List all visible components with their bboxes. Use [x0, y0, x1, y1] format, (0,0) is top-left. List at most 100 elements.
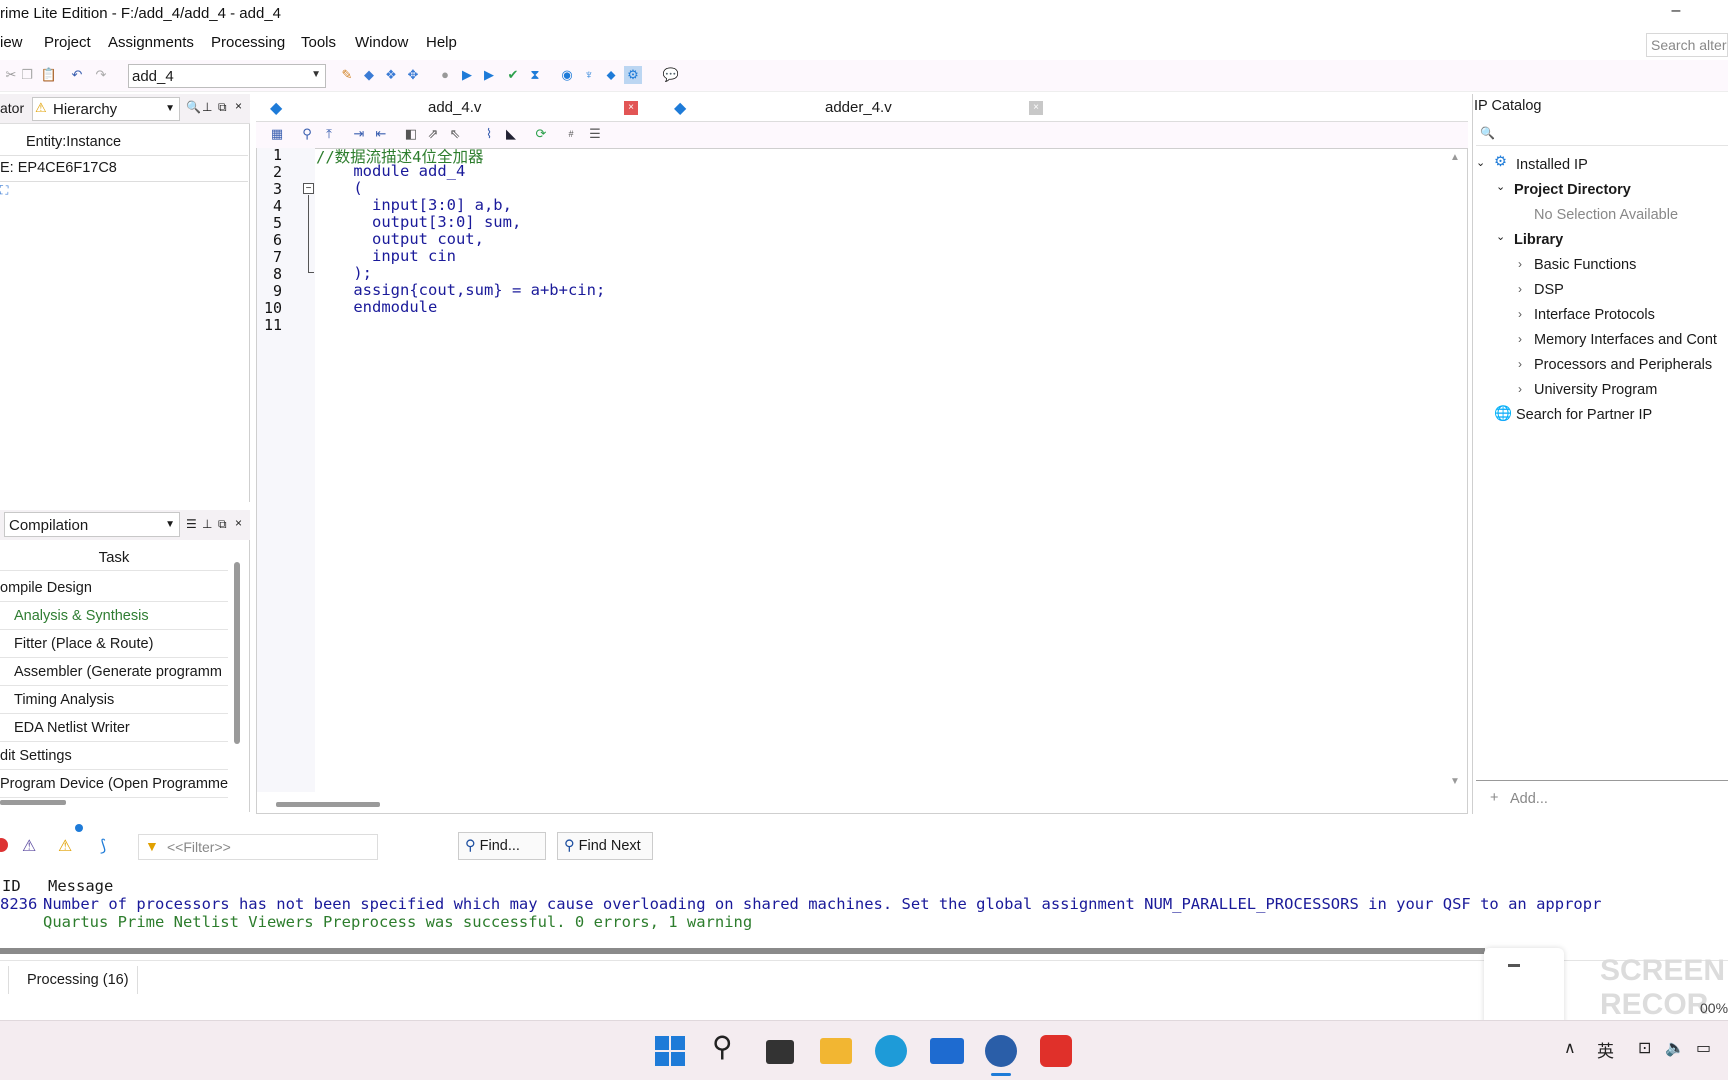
task-view-icon[interactable]	[766, 1040, 794, 1064]
info-filter-icon[interactable]: ⟆	[100, 836, 106, 856]
chevron-right-icon[interactable]: ›	[1518, 282, 1522, 296]
float-icon[interactable]: ⧉	[218, 100, 227, 115]
assignment-editor-icon[interactable]: ◆	[360, 66, 378, 84]
add-ip-button[interactable]: Add...	[1510, 791, 1548, 807]
ip-basic-functions[interactable]: Basic Functions	[1534, 257, 1636, 273]
chip-planner-icon[interactable]: ✥	[404, 66, 422, 84]
stop-icon[interactable]: ●	[436, 66, 454, 84]
pin-planner-icon[interactable]: ✎	[338, 66, 356, 84]
plus-icon[interactable]: +	[1490, 790, 1498, 806]
ip-memory-interfaces[interactable]: Memory Interfaces and Cont	[1534, 332, 1717, 348]
ip-search-input[interactable]: 🔍	[1476, 124, 1728, 146]
recorder-widget[interactable]	[1484, 948, 1564, 1028]
prev-bookmark-icon[interactable]: ⇖	[446, 125, 464, 143]
chevron-down-icon[interactable]: ⌄	[1496, 230, 1505, 243]
editor-hscrollbar[interactable]	[276, 802, 380, 807]
paste-icon[interactable]: 📋	[40, 66, 58, 84]
tasks-hscrollbar[interactable]	[0, 800, 66, 805]
network-icon[interactable]: ⊡	[1638, 1038, 1651, 1058]
task-edit-settings[interactable]: dit Settings	[0, 743, 228, 770]
scroll-down-icon[interactable]: ▼	[1450, 776, 1460, 787]
mail-icon[interactable]	[930, 1038, 964, 1064]
netlist-icon[interactable]: ♆	[580, 66, 598, 84]
menu-project[interactable]: Project	[44, 34, 91, 51]
chevron-down-icon[interactable]: ⌄	[1496, 180, 1505, 193]
indent-icon[interactable]: ⇥	[350, 125, 368, 143]
menu-view[interactable]: iew	[0, 34, 23, 51]
battery-icon[interactable]: ▭	[1696, 1038, 1711, 1058]
chevron-right-icon[interactable]: ›	[1518, 307, 1522, 321]
line-numbers-icon[interactable]: #	[562, 125, 580, 143]
collapse-icon[interactable]: −	[303, 183, 314, 194]
minimize-button[interactable]: –	[1664, 2, 1688, 24]
quartus-icon[interactable]	[985, 1035, 1017, 1067]
chevron-right-icon[interactable]: ›	[1518, 357, 1522, 371]
menu-icon[interactable]: ☰	[186, 517, 197, 531]
critical-warning-icon[interactable]: ⚠	[22, 836, 36, 856]
tasks-scrollbar[interactable]	[234, 562, 240, 744]
unindent-icon[interactable]: ⇤	[372, 125, 390, 143]
redo-icon[interactable]: ↷	[92, 66, 110, 84]
find-next-button[interactable]: ⚲ Find Next	[557, 832, 653, 860]
ip-university-program[interactable]: University Program	[1534, 382, 1657, 398]
processing-tab[interactable]: Processing (16)	[8, 966, 138, 994]
task-timing-analysis[interactable]: Timing Analysis	[0, 687, 228, 714]
close-icon[interactable]: ×	[235, 99, 242, 113]
top-level-entity-select[interactable]: add_4 ▼	[128, 64, 326, 88]
chevron-right-icon[interactable]: ›	[1518, 382, 1522, 396]
word-wrap-icon[interactable]: ☰	[586, 125, 604, 143]
tab-adder-4[interactable]: ◆ adder_4.v ×	[660, 94, 1060, 122]
close-icon[interactable]: ×	[1029, 101, 1043, 115]
warning-filter-icon[interactable]: ⚠	[58, 836, 72, 856]
timing-icon[interactable]: ⧗	[526, 66, 544, 84]
search-altera-input[interactable]: Search alter	[1646, 33, 1728, 57]
ip-catalog-icon[interactable]: ⚙	[624, 66, 642, 84]
float-icon[interactable]: ⧉	[218, 517, 227, 532]
message-row[interactable]: Quartus Prime Netlist Viewers Preprocess…	[43, 913, 752, 931]
comment-icon[interactable]: ◣	[502, 125, 520, 143]
pin-icon[interactable]: ⊥	[202, 100, 212, 114]
flow-select[interactable]: Compilation ▼	[4, 512, 180, 537]
chevron-right-icon[interactable]: ›	[1518, 257, 1522, 271]
device-row[interactable]: E: EP4CE6F17C8	[0, 160, 117, 176]
task-eda-netlist-writer[interactable]: EDA Netlist Writer	[0, 715, 228, 742]
rtl-viewer-icon[interactable]: ◉	[558, 66, 576, 84]
entity-icon[interactable]: ⛶	[0, 183, 8, 198]
task-analysis-synthesis[interactable]: Analysis & Synthesis	[0, 603, 228, 630]
menu-tools[interactable]: Tools	[301, 34, 336, 51]
programmer-icon[interactable]: ⬥	[602, 66, 620, 84]
task-program-device[interactable]: Program Device (Open Programme	[0, 771, 228, 798]
close-icon[interactable]: ×	[624, 101, 638, 115]
volume-icon[interactable]: 🔈	[1665, 1038, 1685, 1058]
task-assembler[interactable]: Assembler (Generate programm	[0, 659, 228, 686]
close-icon[interactable]: ×	[235, 516, 242, 530]
installed-ip[interactable]: Installed IP	[1516, 157, 1588, 173]
file-explorer-icon[interactable]	[820, 1038, 852, 1064]
pin-icon[interactable]: ⊥	[202, 517, 212, 531]
menu-window[interactable]: Window	[355, 34, 408, 51]
chevron-up-icon[interactable]: ∧	[1564, 1038, 1576, 1058]
message-filter-input[interactable]: ▼ <<Filter>>	[138, 834, 378, 860]
library[interactable]: Library	[1514, 232, 1563, 248]
message-row[interactable]: Number of processors has not been specif…	[43, 895, 1728, 913]
chevron-down-icon[interactable]: ⌄	[1476, 156, 1485, 169]
edge-icon[interactable]	[875, 1035, 907, 1067]
search-partner-ip[interactable]: Search for Partner IP	[1516, 407, 1652, 423]
ip-interface-protocols[interactable]: Interface Protocols	[1534, 307, 1655, 323]
fitter-icon[interactable]: ✔	[504, 66, 522, 84]
find-button[interactable]: ⚲ Find...	[458, 832, 546, 860]
minimize-icon[interactable]	[1508, 964, 1520, 967]
insert-template-icon[interactable]: ▦	[268, 125, 286, 143]
refresh-icon[interactable]: ⟳	[532, 125, 550, 143]
ime-indicator[interactable]: 英	[1597, 1037, 1614, 1062]
search-icon[interactable]: 🔍	[186, 100, 201, 114]
search-icon[interactable]: ⚲	[712, 1030, 733, 1063]
bookmark-icon[interactable]: ◧	[402, 125, 420, 143]
task-fitter[interactable]: Fitter (Place & Route)	[0, 631, 228, 658]
attach-icon[interactable]: ⌇	[480, 125, 498, 143]
ip-processors-peripherals[interactable]: Processors and Peripherals	[1534, 357, 1712, 373]
messages-hscrollbar[interactable]	[0, 948, 1485, 954]
help-chat-icon[interactable]: 💬	[662, 66, 680, 84]
analysis-icon[interactable]: ▶	[480, 66, 498, 84]
copy-icon[interactable]: ❐	[18, 66, 36, 84]
